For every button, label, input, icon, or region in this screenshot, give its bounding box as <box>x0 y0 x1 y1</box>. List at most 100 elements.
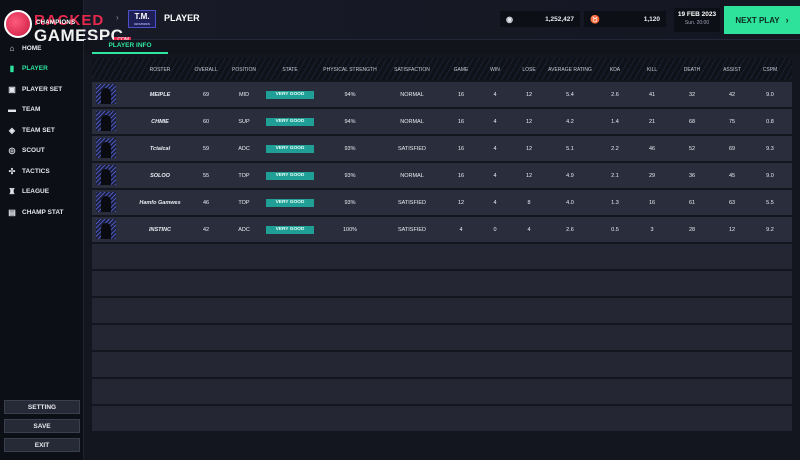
cell-game: 4 <box>459 226 463 233</box>
sidebar-item-scout[interactable]: ◎ SCOUT <box>0 141 84 162</box>
cell-position: SUP <box>238 118 250 125</box>
column-header-game[interactable]: GAME <box>454 67 469 73</box>
clipboard-icon: ▤ <box>8 207 16 217</box>
state-badge: VERY GOOD <box>266 225 314 234</box>
cell-physical-strength: 94% <box>344 118 356 125</box>
team-icon: ▬ <box>8 105 16 115</box>
column-header-satisfaction[interactable]: SATISFACTION <box>394 67 430 73</box>
cell-win: 4 <box>493 118 497 125</box>
cell-kda: 1.3 <box>611 199 619 206</box>
cell-lose: 8 <box>527 199 531 206</box>
next-play-label: NEXT PLAY <box>735 15 780 25</box>
tab-player-info[interactable]: PLAYER INFO <box>92 40 168 54</box>
column-header-state[interactable]: STATE <box>282 67 297 73</box>
sidebar-item-player[interactable]: ▮ PLAYER <box>0 59 84 80</box>
cell-kda: 0.5 <box>611 226 619 233</box>
table-row[interactable]: MEIPLE 69 MID VERY GOOD 94% NORMAL 16 4 12 5.4 2.6… <box>92 82 792 107</box>
cell-lose: 12 <box>525 118 533 125</box>
cell-physical-strength: 94% <box>344 91 356 98</box>
cell-satisfaction: SATISFIED <box>397 145 427 152</box>
save-button[interactable]: SAVE <box>4 419 80 433</box>
cell-game: 16 <box>457 172 465 179</box>
cell-lose: 12 <box>525 91 533 98</box>
cell-overall: 42 <box>202 226 210 233</box>
column-header-physical-strength[interactable]: PHYSICAL STRENGTH <box>323 67 376 73</box>
sidebar-item-label: TACTICS <box>22 167 50 175</box>
cell-position: ADC <box>238 226 250 233</box>
cell-assist: 75 <box>728 118 736 125</box>
cell-average-rating: 4.2 <box>566 118 574 125</box>
cell-physical-strength: 93% <box>344 199 356 206</box>
empty-table-row <box>92 379 792 404</box>
state-badge: VERY GOOD <box>266 117 314 126</box>
table-body: MEIPLE 69 MID VERY GOOD 94% NORMAL 16 4 12 5.4 2.6… <box>92 82 792 431</box>
table-row[interactable]: Hamfo Gamwes 46 TOP VERY GOOD 93% SATISFIED 12… <box>92 190 792 215</box>
cell-overall: 55 <box>202 172 210 179</box>
cell-kda: 2.6 <box>611 91 619 98</box>
player-avatar <box>96 111 116 131</box>
column-header-win[interactable]: WIN <box>490 67 500 73</box>
cell-physical-strength: 93% <box>344 145 356 152</box>
cell-physical-strength: 93% <box>344 172 356 179</box>
coins-icon: ◉ <box>506 14 513 24</box>
sidebar-item-player-set[interactable]: ▣ PLAYER SET <box>0 79 84 100</box>
setting-button[interactable]: SETTING <box>4 400 80 414</box>
cell-death: 36 <box>688 172 696 179</box>
cell-average-rating: 4.0 <box>566 199 574 206</box>
player-avatar <box>96 84 116 104</box>
sidebar-item-tactics[interactable]: ✣ TACTICS <box>0 161 84 182</box>
exit-button[interactable]: EXIT <box>4 438 80 452</box>
trophy-icon: ♜ <box>8 187 16 197</box>
sidebar-item-team[interactable]: ▬ TEAM <box>0 100 84 121</box>
cell-average-rating: 2.6 <box>566 226 574 233</box>
chevron-right-icon: › <box>785 15 789 25</box>
sidebar-item-label: CHAMP STAT <box>22 208 64 216</box>
player-icon: ▮ <box>9 64 15 74</box>
sidebar-item-label: LEAGUE <box>22 188 50 196</box>
column-header-average-rating[interactable]: AVERAGE RATING <box>548 67 592 73</box>
column-header-kda[interactable]: KDA <box>610 67 620 73</box>
column-header-position[interactable]: POSITION <box>232 67 256 73</box>
cell-kill: 21 <box>648 118 656 125</box>
logo-badge-icon <box>4 10 32 38</box>
cell-kda: 2.2 <box>611 145 619 152</box>
cell-cspm: 9.0 <box>766 91 774 98</box>
day-time-text: Sun. 20:00 <box>684 20 710 26</box>
column-header-kill[interactable]: KILL <box>647 67 657 73</box>
table-row[interactable]: CHMIE 60 SUP VERY GOOD 94% NORMAL 16 4 12 4.2 1.4 2… <box>92 109 792 134</box>
cell-overall: 46 <box>202 199 210 206</box>
empty-table-row <box>92 352 792 377</box>
cell-physical-strength: 100% <box>342 226 358 233</box>
cell-death: 68 <box>688 118 696 125</box>
table-header: ROSTER OVERALL POSITION STATE PHYSICAL STREN… <box>92 58 792 80</box>
sidebar-item-team-set[interactable]: ◈ TEAM SET <box>0 120 84 141</box>
state-badge: VERY GOOD <box>266 198 314 207</box>
table-row[interactable]: INSTINC 42 ADC VERY GOOD 100% SATISFIED 4 0 4 2.6… <box>92 217 792 242</box>
cell-win: 4 <box>493 172 497 179</box>
fans-display: ♉ 1,120 <box>584 11 666 27</box>
cell-assist: 12 <box>728 226 736 233</box>
cell-cspm: 9.2 <box>766 226 774 233</box>
cell-win: 0 <box>493 226 497 233</box>
top-bar: › T.M. GRAPHICS PLAYER ◉ 1,252,427 ♉ 1,1… <box>84 0 800 40</box>
table-row[interactable]: Tctalcal 59 ADC VERY GOOD 93% SATISFIED 16 4 12 5… <box>92 136 792 161</box>
column-header-lose[interactable]: LOSE <box>522 67 535 73</box>
money-value: 1,252,427 <box>545 15 574 23</box>
sidebar-item-league[interactable]: ♜ LEAGUE <box>0 182 84 203</box>
cell-kill: 41 <box>648 91 656 98</box>
player-avatar <box>96 192 116 212</box>
cell-death: 32 <box>688 91 696 98</box>
column-header-roster[interactable]: ROSTER <box>150 67 171 73</box>
cell-satisfaction: SATISFIED <box>397 199 427 206</box>
cell-position: TOP <box>238 172 250 179</box>
table-row[interactable]: SOLOO 55 TOP VERY GOOD 93% NORMAL 16 4 12 4.9 2.1 2… <box>92 163 792 188</box>
column-header-death[interactable]: DEATH <box>684 67 701 73</box>
cell-cspm: 0.8 <box>766 118 774 125</box>
column-header-cspm[interactable]: CSPM <box>763 67 777 73</box>
page-title: PLAYER <box>164 13 200 23</box>
next-play-button[interactable]: NEXT PLAY › <box>724 6 800 34</box>
column-header-assist[interactable]: ASSIST <box>723 67 741 73</box>
sidebar-item-champ-stat[interactable]: ▤ CHAMP STAT <box>0 202 84 223</box>
column-header-overall[interactable]: OVERALL <box>194 67 217 73</box>
sidebar-item-label: TEAM SET <box>22 126 55 134</box>
